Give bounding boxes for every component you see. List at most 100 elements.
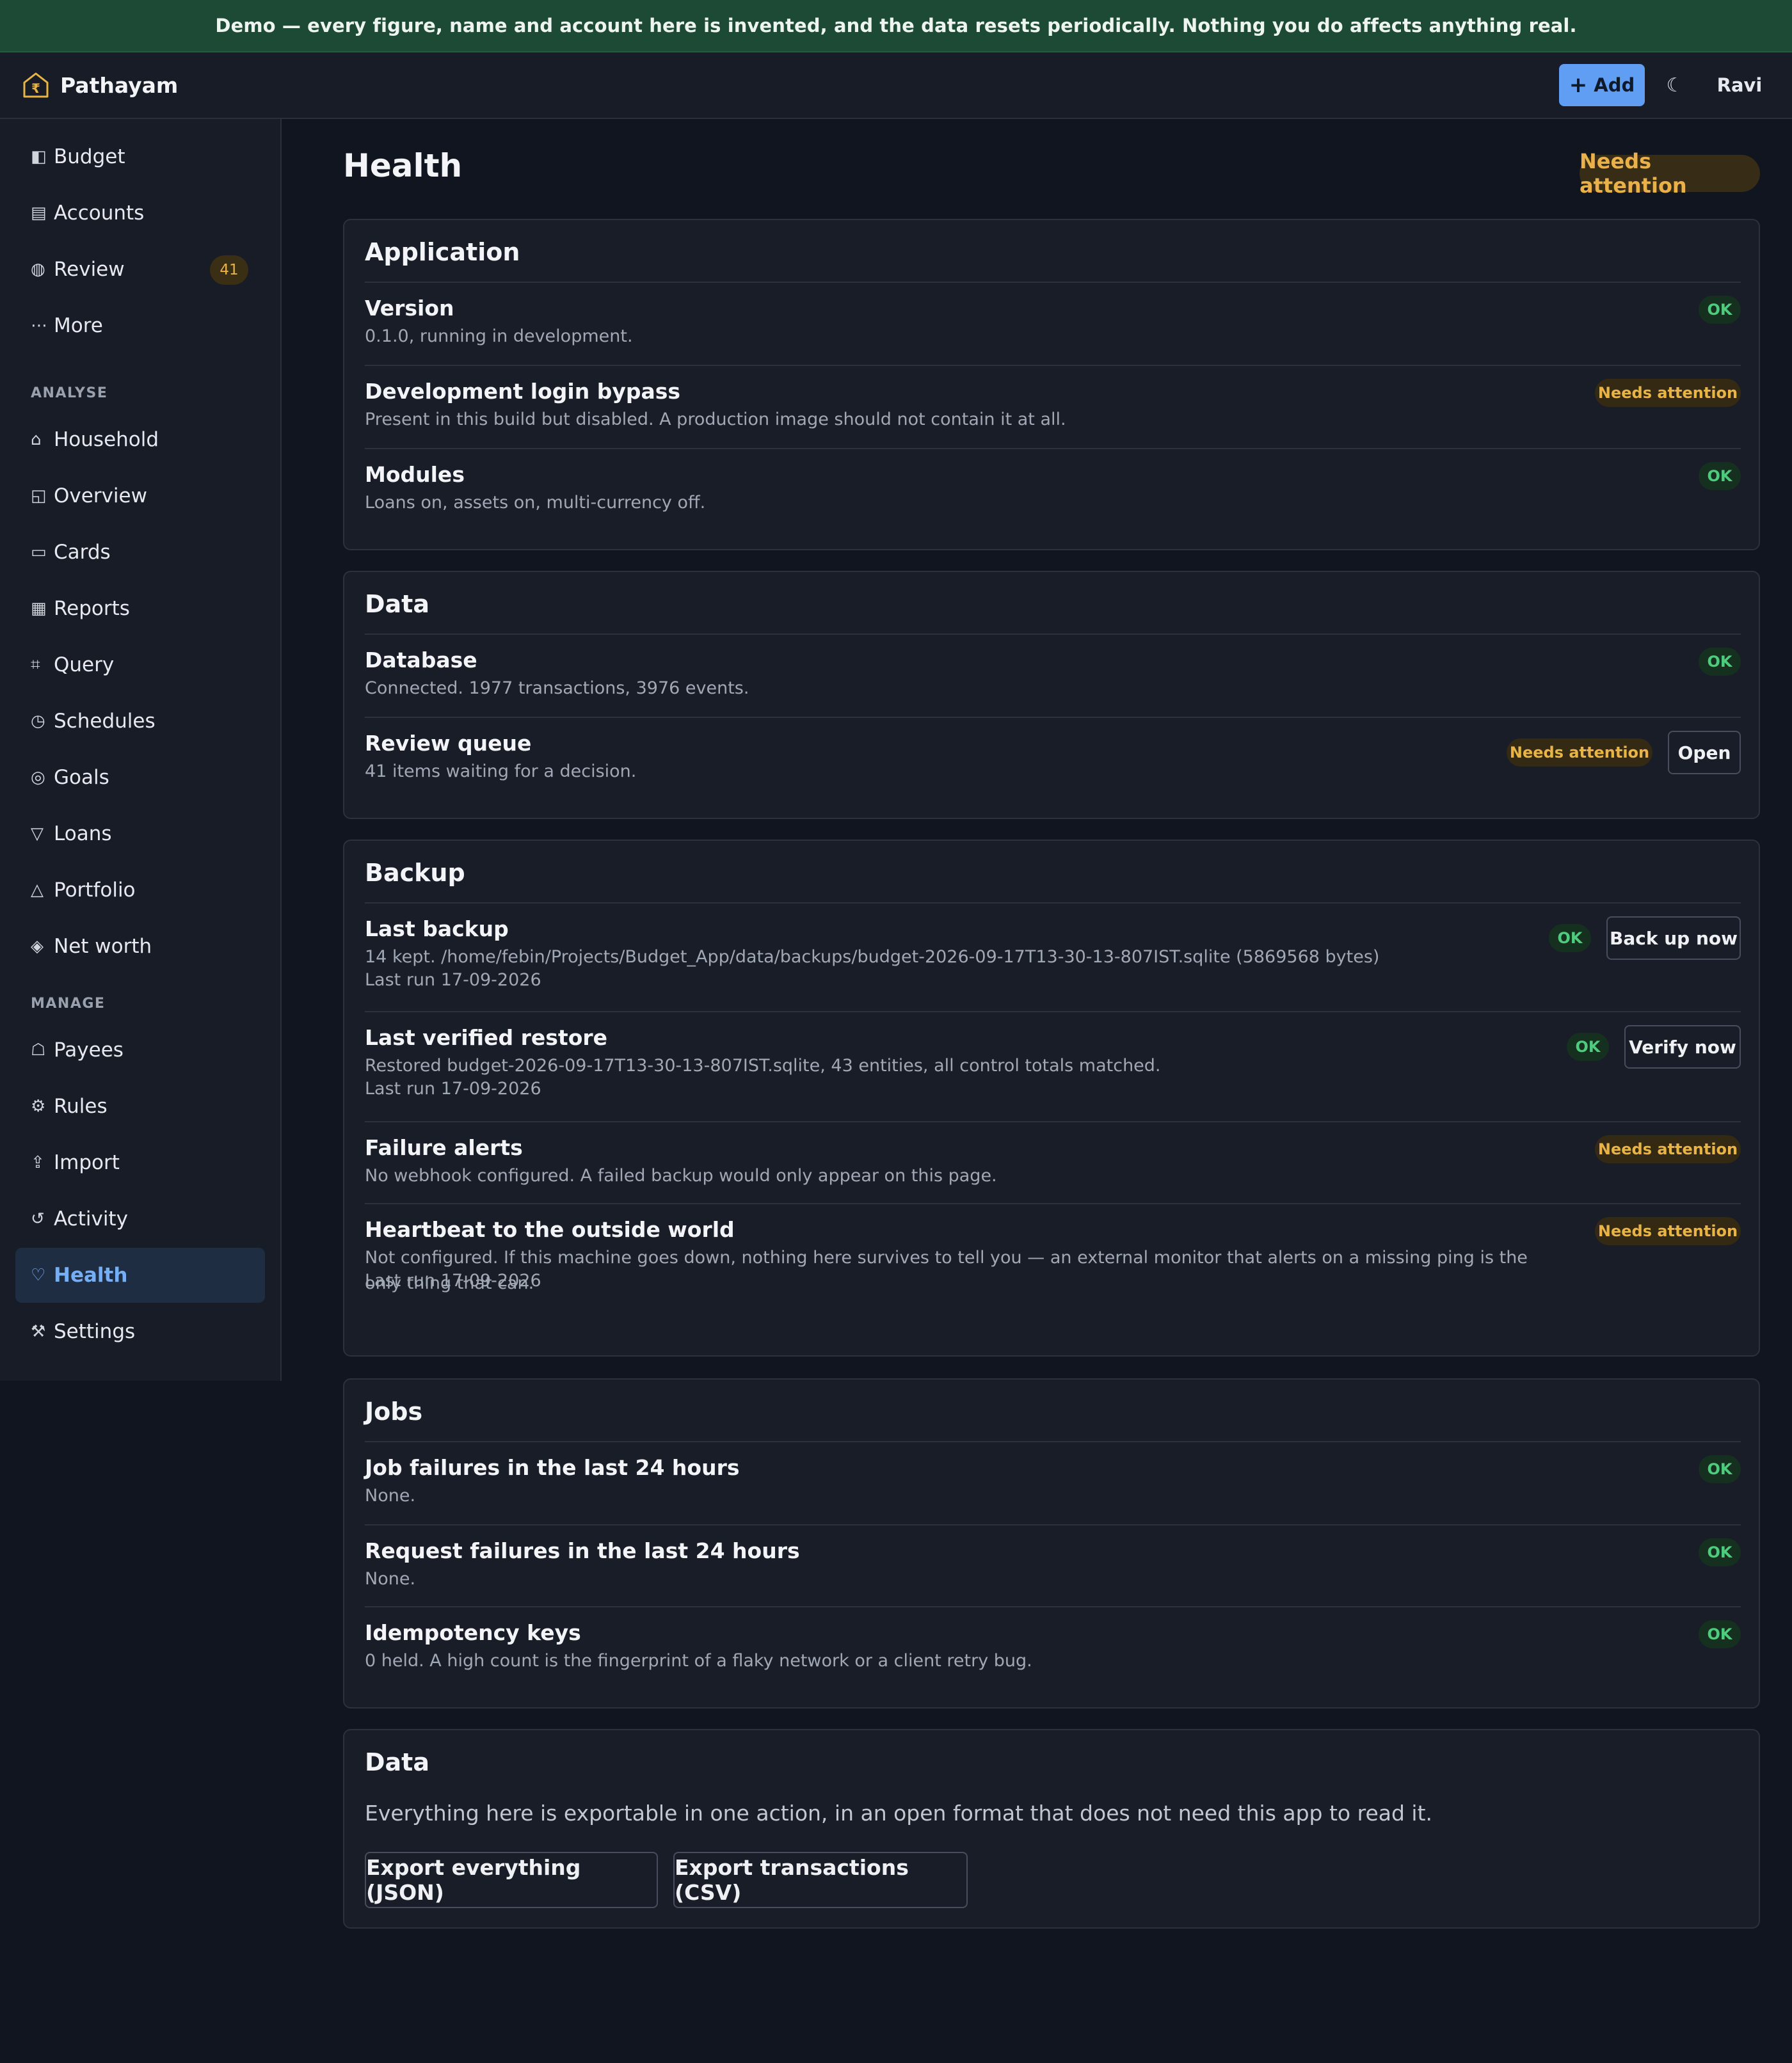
schedules-icon: ◷ xyxy=(31,712,45,731)
status-badge: OK xyxy=(1549,924,1591,952)
house-rupee-icon: ₹ xyxy=(23,72,49,98)
payees-icon: ☖ xyxy=(31,1040,46,1060)
sidebar-item-net-worth[interactable]: ◈ Net worth xyxy=(15,919,265,974)
health-card-backup: Backup Last backup 14 kept. /home/febin/Pr… xyxy=(343,840,1760,1357)
sidebar-item-health[interactable]: ♡ Health xyxy=(15,1248,265,1303)
check-description: No webhook configured. A failed backup w… xyxy=(365,1166,997,1186)
user-menu-button[interactable]: Ravi xyxy=(1702,64,1777,106)
sidebar-item-label: Rules xyxy=(54,1095,108,1118)
check-description: None. xyxy=(365,1569,416,1589)
check-row-job-failures-in-the-last-24-hours: Job failures in the last 24 hours None. OK xyxy=(365,1441,1741,1524)
card-title: Data xyxy=(365,590,429,618)
sidebar-item-label: Household xyxy=(54,428,159,451)
check-row-heartbeat-to-the-outside-world: Heartbeat to the outside world Not config… xyxy=(365,1203,1741,1337)
sidebar-item-label: Cards xyxy=(54,541,111,564)
check-description: Loans on, assets on, multi-currency off. xyxy=(365,493,706,513)
check-row-last-verified-restore: Last verified restore Restored budget-202… xyxy=(365,1011,1741,1121)
back-up-now-button[interactable]: Back up now xyxy=(1606,916,1741,960)
sidebar-item-label: More xyxy=(54,314,103,337)
check-description: None. xyxy=(365,1486,416,1506)
sidebar-item-label: Net worth xyxy=(54,935,152,958)
budget-icon: ◧ xyxy=(31,147,47,166)
cards-icon: ▭ xyxy=(31,543,47,562)
check-title: Idempotency keys xyxy=(365,1620,581,1645)
sidebar-item-label: Payees xyxy=(54,1039,124,1062)
check-title: Job failures in the last 24 hours xyxy=(365,1455,740,1480)
status-badge: OK xyxy=(1699,462,1741,490)
status-badge: OK xyxy=(1699,1455,1741,1483)
status-badge: Needs attention xyxy=(1595,1135,1741,1163)
verify-now-button[interactable]: Verify now xyxy=(1624,1025,1741,1069)
sidebar-item-label: Portfolio xyxy=(54,879,136,902)
health-icon: ♡ xyxy=(31,1266,46,1285)
section-label-manage: MANAGE xyxy=(31,996,106,1012)
rules-icon: ⚙ xyxy=(31,1097,46,1116)
last-run-text: Last run 17-09-2026 xyxy=(365,1271,541,1291)
sidebar-item-label: Import xyxy=(54,1151,120,1174)
sidebar-item-payees[interactable]: ☖ Payees xyxy=(15,1023,265,1078)
sidebar-item-label: Overview xyxy=(54,484,147,507)
check-row-development-login-bypass: Development login bypass Present in this … xyxy=(365,365,1741,448)
sidebar: ◧ Budget ▤ Accounts ◍ Review 41 ⋯ More ANALYSE ⌂… xyxy=(0,119,282,1381)
add-button[interactable]: + Add xyxy=(1559,64,1645,106)
sidebar-item-label: Settings xyxy=(54,1320,136,1343)
theme-toggle-moon-icon[interactable]: ☾ xyxy=(1658,64,1692,106)
sidebar-item-household[interactable]: ⌂ Household xyxy=(15,412,265,467)
health-card-application: Application Version 0.1.0, running in deve… xyxy=(343,219,1760,550)
check-title: Request failures in the last 24 hours xyxy=(365,1538,800,1563)
sidebar-item-overview[interactable]: ◱ Overview xyxy=(15,468,265,523)
sidebar-item-reports[interactable]: ▦ Reports xyxy=(15,581,265,636)
overview-icon: ◱ xyxy=(31,486,47,506)
check-row-version: Version 0.1.0, running in development. OK xyxy=(365,282,1741,365)
last-run-text: Last run 17-09-2026 xyxy=(365,970,541,990)
sidebar-item-settings[interactable]: ⚒ Settings xyxy=(15,1304,265,1359)
sidebar-item-portfolio[interactable]: △ Portfolio xyxy=(15,863,265,918)
sidebar-item-label: Activity xyxy=(54,1207,128,1231)
add-button-label: Add xyxy=(1594,74,1635,96)
reports-icon: ▦ xyxy=(31,599,47,618)
check-description: 14 kept. /home/febin/Projects/Budget_App… xyxy=(365,947,1380,967)
check-description: Restored budget-2026-09-17T13-30-13-807I… xyxy=(365,1056,1161,1076)
sidebar-item-goals[interactable]: ◎ Goals xyxy=(15,750,265,805)
sidebar-item-review[interactable]: ◍ Review 41 xyxy=(15,242,265,297)
sidebar-item-more[interactable]: ⋯ More xyxy=(15,298,265,353)
sidebar-item-budget[interactable]: ◧ Budget xyxy=(15,129,265,184)
card-title: Backup xyxy=(365,859,465,887)
status-badge: OK xyxy=(1699,1620,1741,1648)
more-icon: ⋯ xyxy=(31,316,47,335)
sidebar-item-import[interactable]: ⇪ Import xyxy=(15,1135,265,1190)
overall-status-badge: Needs attention xyxy=(1580,149,1760,198)
demo-banner: Demo — every figure, name and account he… xyxy=(0,0,1792,52)
brand-name: Pathayam xyxy=(60,72,179,98)
check-title: Database xyxy=(365,648,477,673)
export-card: Data Everything here is exportable in on… xyxy=(343,1729,1760,1929)
export-json-button[interactable]: Export everything (JSON) xyxy=(365,1852,658,1908)
open-button[interactable]: Open xyxy=(1668,731,1741,774)
check-row-last-backup: Last backup 14 kept. /home/febin/Projects… xyxy=(365,902,1741,1011)
activity-icon: ↺ xyxy=(31,1209,45,1229)
check-row-database: Database Connected. 1977 transactions, 39… xyxy=(365,633,1741,717)
sidebar-item-loans[interactable]: ▽ Loans xyxy=(15,806,265,861)
sidebar-item-rules[interactable]: ⚙ Rules xyxy=(15,1079,265,1134)
sidebar-item-schedules[interactable]: ◷ Schedules xyxy=(15,694,265,749)
check-description: Present in this build but disabled. A pr… xyxy=(365,410,1066,429)
sidebar-item-activity[interactable]: ↺ Activity xyxy=(15,1191,265,1247)
check-description: 41 items waiting for a decision. xyxy=(365,761,637,781)
sidebar-item-label: Budget xyxy=(54,145,125,168)
section-label-analyse: ANALYSE xyxy=(31,385,108,401)
portfolio-icon: △ xyxy=(31,880,44,900)
status-badge: Needs attention xyxy=(1507,738,1652,767)
sidebar-item-accounts[interactable]: ▤ Accounts xyxy=(15,186,265,241)
export-csv-button[interactable]: Export transactions (CSV) xyxy=(673,1852,968,1908)
sidebar-item-query[interactable]: ⌗ Query xyxy=(15,637,265,692)
sidebar-item-cards[interactable]: ▭ Cards xyxy=(15,525,265,580)
review-icon: ◍ xyxy=(31,260,45,279)
top-bar: ₹ Pathayam + Add ☾ Ravi xyxy=(0,52,1792,119)
status-badge: Needs attention xyxy=(1595,1217,1741,1245)
check-title: Modules xyxy=(365,462,465,487)
page-title: Health xyxy=(343,147,463,184)
card-title: Jobs xyxy=(365,1398,423,1426)
brand[interactable]: ₹ Pathayam xyxy=(20,70,178,100)
check-title: Version xyxy=(365,296,454,321)
sidebar-item-label: Schedules xyxy=(54,710,156,733)
